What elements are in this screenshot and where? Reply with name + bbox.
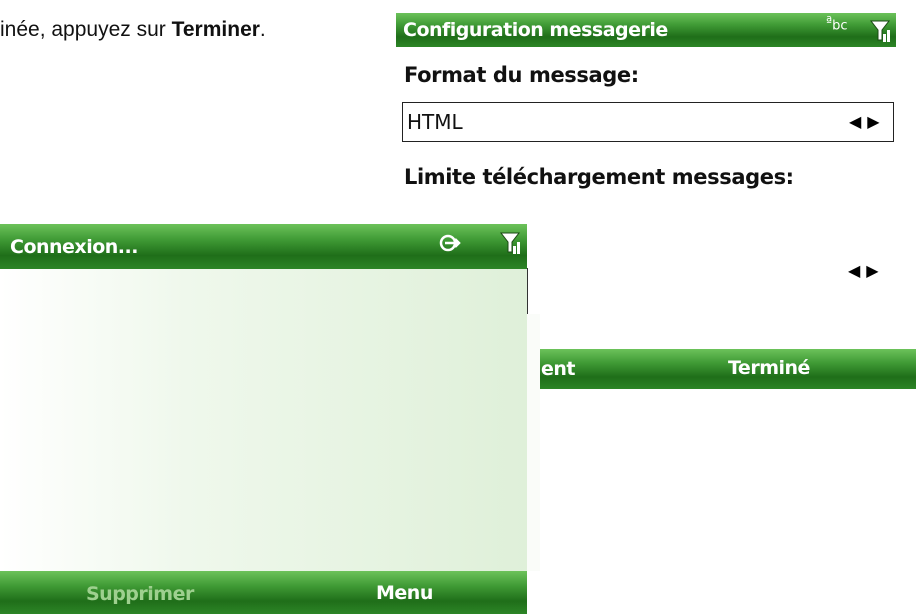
underlying-field-edge [527, 268, 540, 315]
instruction-bold: Terminer [171, 18, 260, 41]
instruction-prefix: inée, appuyez sur [0, 18, 172, 41]
connection-title-bar: Connexion... [0, 224, 527, 269]
format-value: HTML [407, 110, 463, 134]
signal-icon [869, 18, 891, 44]
connection-softkey-bar: Supprimer Menu [0, 571, 527, 614]
connection-body [0, 269, 527, 571]
menu-softkey[interactable]: Menu [376, 582, 433, 604]
instruction-text: inée, appuyez sur Terminer. [0, 18, 266, 42]
connection-title: Connexion... [10, 236, 138, 258]
connection-icon [439, 232, 465, 260]
format-label: Format du message: [404, 63, 639, 87]
instruction-suffix: . [259, 18, 266, 41]
format-select[interactable]: HTML ◀▶ [402, 102, 894, 142]
signal-icon [499, 230, 521, 256]
delete-softkey[interactable]: Supprimer [86, 583, 194, 605]
config-softkey-left[interactable]: ent [541, 358, 576, 380]
connection-screen: Connexion... Supprimer Menu [0, 224, 540, 614]
config-title-bar: Configuration messagerie ªbc [396, 13, 896, 47]
config-title: Configuration messagerie [403, 19, 668, 41]
limit-arrows-icon[interactable]: ◀▶ [848, 261, 885, 281]
done-softkey[interactable]: Terminé [728, 357, 810, 379]
underlying-scroll-area [527, 314, 540, 571]
abc-input-icon: ªbc [826, 15, 848, 34]
limit-label: Limite téléchargement messages: [404, 165, 794, 189]
left-right-arrows-icon[interactable]: ◀▶ [849, 112, 886, 132]
